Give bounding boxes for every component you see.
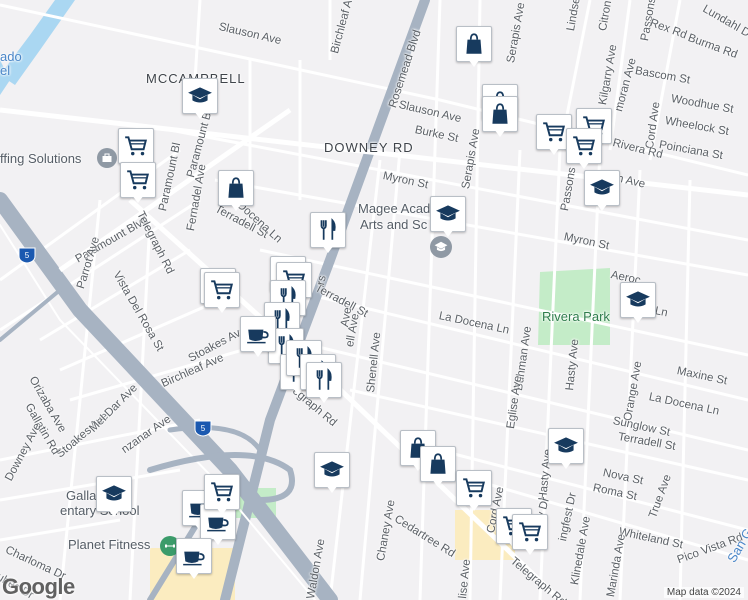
shopping-bag-icon	[430, 453, 446, 474]
shopping-bag-marker[interactable]	[420, 446, 456, 490]
school-marker[interactable]	[430, 196, 466, 240]
area-label-downey-rd: DOWNEY RD	[324, 140, 414, 155]
restaurant-icon	[316, 368, 332, 390]
interstate-5-shield-north: 5	[18, 246, 36, 264]
shopping-cart-marker[interactable]	[512, 514, 548, 558]
shopping-bag-icon	[492, 103, 508, 124]
school-marker[interactable]	[584, 170, 620, 214]
poi-label-rivera-park: Rivera Park	[542, 309, 610, 324]
shopping-bag-marker[interactable]	[218, 170, 254, 214]
cafe-icon	[183, 551, 205, 566]
shopping-cart-marker[interactable]	[204, 272, 240, 316]
school-marker[interactable]	[620, 282, 656, 326]
poi-label-staffing: ffing Solutions	[0, 151, 82, 166]
interstate-5-shield-south: 5	[194, 419, 212, 437]
place-label: el	[0, 63, 11, 78]
poi-label-magee: Magee Acad	[358, 201, 431, 216]
school-icon	[188, 87, 212, 103]
poi-label-planet-fitness: Planet Fitness	[68, 537, 151, 552]
shopping-cart-icon	[211, 482, 233, 502]
poi-label-magee: Arts and Sc	[360, 217, 428, 232]
school-icon	[436, 205, 460, 221]
cafe-marker[interactable]	[240, 316, 276, 360]
shopping-bag-marker[interactable]	[482, 96, 518, 140]
rivera-park-area	[538, 268, 610, 345]
svg-text:5: 5	[25, 251, 30, 260]
shopping-cart-icon	[573, 136, 595, 156]
restaurant-marker[interactable]	[310, 212, 346, 256]
school-icon	[320, 461, 344, 477]
shopping-cart-icon	[127, 170, 149, 190]
school-marker[interactable]	[96, 476, 132, 520]
restaurant-marker[interactable]	[306, 362, 342, 406]
restaurant-icon	[320, 218, 336, 240]
shopping-cart-icon	[125, 136, 147, 156]
google-logo: Google	[2, 574, 75, 599]
shopping-cart-icon	[463, 478, 485, 498]
school-icon	[554, 437, 578, 453]
shopping-bag-icon	[228, 177, 244, 198]
school-marker[interactable]	[182, 78, 218, 122]
school-marker[interactable]	[314, 452, 350, 496]
shopping-cart-marker[interactable]	[566, 128, 602, 172]
briefcase-pin-icon[interactable]	[97, 148, 117, 168]
shopping-cart-marker[interactable]	[120, 162, 156, 206]
shopping-cart-icon	[211, 280, 233, 300]
map-canvas[interactable]: 5 5 Slauson Ave Slauson Ave on Ave Birch…	[0, 0, 748, 600]
cafe-icon	[247, 329, 269, 344]
svg-text:5: 5	[201, 424, 206, 433]
shopping-bag-marker[interactable]	[456, 26, 492, 70]
shopping-cart-icon	[543, 122, 565, 142]
map-attribution: Map data ©2024	[663, 587, 744, 598]
school-icon	[102, 485, 126, 501]
school-icon	[626, 291, 650, 307]
cafe-marker[interactable]	[176, 538, 212, 582]
street-label: rs	[315, 274, 329, 287]
school-marker[interactable]	[548, 428, 584, 472]
school-icon	[590, 179, 614, 195]
shopping-cart-marker[interactable]	[456, 470, 492, 514]
shopping-bag-icon	[466, 33, 482, 54]
shopping-cart-marker[interactable]	[204, 474, 240, 518]
place-label: ado	[0, 49, 22, 64]
shopping-cart-icon	[519, 522, 541, 542]
